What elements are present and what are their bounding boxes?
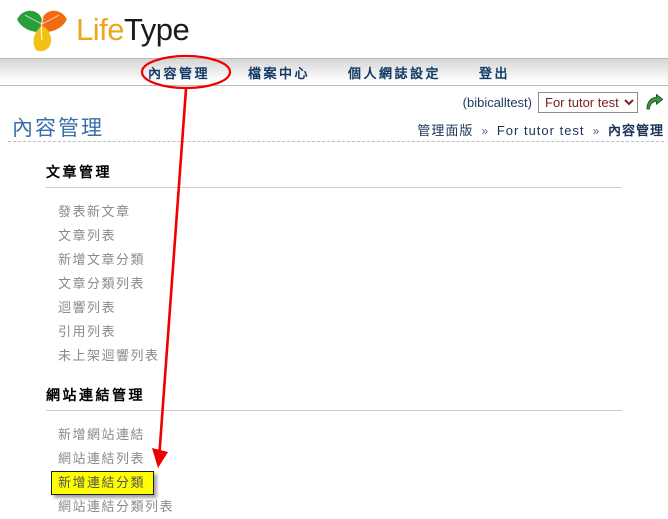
- post-management-menu: 發表新文章 文章列表 新增文章分類 文章分類列表 迴響列表 引用列表 未上架迴響…: [0, 188, 668, 368]
- three-leaf-icon: [17, 10, 67, 52]
- user-blog-selector-bar: (bibicalltest) For tutor test: [463, 92, 664, 113]
- logo-wordmark: LifeType: [76, 12, 190, 47]
- breadcrumb-separator: »: [481, 124, 489, 138]
- menu-item-new-post[interactable]: 發表新文章: [58, 200, 131, 224]
- breadcrumb-root[interactable]: 管理面版: [417, 123, 473, 138]
- site-logo[interactable]: LifeType: [14, 2, 190, 54]
- section-link-management: 網站連結管理 新增網站連結 網站連結列表 新增連結分類 網站連結分類列表: [0, 368, 668, 519]
- breadcrumb: 管理面版 » For tutor test » 內容管理: [417, 120, 664, 139]
- menu-item-post-category-list[interactable]: 文章分類列表: [58, 272, 145, 296]
- menu-item-trackback-list[interactable]: 引用列表: [58, 320, 116, 344]
- content-area: 文章管理 發表新文章 文章列表 新增文章分類 文章分類列表 迴響列表 引用列表 …: [0, 150, 668, 519]
- menu-item-new-link[interactable]: 新增網站連結: [58, 423, 145, 447]
- menu-item-link-list[interactable]: 網站連結列表: [58, 447, 145, 471]
- breadcrumb-separator: »: [592, 124, 600, 138]
- link-management-menu: 新增網站連結 網站連結列表 新增連結分類 網站連結分類列表: [0, 411, 668, 519]
- menu-item-new-link-category[interactable]: 新增連結分類: [51, 471, 155, 495]
- menu-item-comment-list[interactable]: 迴響列表: [58, 296, 116, 320]
- green-go-arrow-icon[interactable]: [644, 93, 664, 113]
- main-nav-list: 內容管理 檔案中心 個人網誌設定 登出: [148, 63, 510, 83]
- section-header-post-management: 文章管理: [46, 162, 622, 188]
- title-divider: [8, 141, 664, 142]
- section-header-link-management: 網站連結管理: [46, 385, 622, 411]
- site-header: LifeType: [0, 0, 668, 58]
- nav-blog-settings[interactable]: 個人網誌設定: [348, 66, 441, 81]
- menu-item-unpublished-comment-list[interactable]: 未上架迴響列表: [58, 344, 160, 368]
- menu-item-new-post-category[interactable]: 新增文章分類: [58, 248, 145, 272]
- main-navigation-bar: 內容管理 檔案中心 個人網誌設定 登出: [0, 58, 668, 86]
- logo-life-text: Life: [76, 12, 124, 47]
- menu-item-post-list[interactable]: 文章列表: [58, 224, 116, 248]
- nav-content-management[interactable]: 內容管理: [148, 66, 210, 81]
- breadcrumb-current: 內容管理: [607, 123, 664, 138]
- section-post-management: 文章管理 發表新文章 文章列表 新增文章分類 文章分類列表 迴響列表 引用列表 …: [0, 150, 668, 368]
- page-title: 內容管理: [12, 117, 104, 140]
- logo-type-text: Type: [123, 12, 190, 47]
- menu-item-link-category-list[interactable]: 網站連結分類列表: [58, 495, 174, 519]
- breadcrumb-blog[interactable]: For tutor test: [497, 123, 585, 138]
- nav-logout[interactable]: 登出: [479, 66, 510, 81]
- blog-select[interactable]: For tutor test: [538, 92, 638, 113]
- nav-file-center[interactable]: 檔案中心: [248, 66, 310, 81]
- username-label: (bibicalltest): [462, 95, 532, 110]
